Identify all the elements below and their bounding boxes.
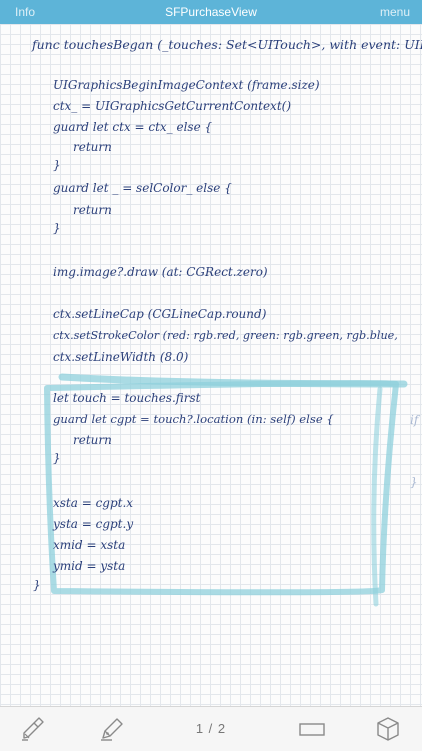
code-line: ysta = cgpt.y (53, 517, 134, 531)
code-line: img.image?.draw (at: CGRect.zero) (53, 265, 268, 279)
code-line: guard let _ = selColor_ else { (53, 181, 232, 195)
page-counter: 1 / 2 (195, 721, 227, 736)
page-title: SFPurchaseView (165, 5, 257, 19)
code-line: UIGraphicsBeginImageContext (frame.size) (53, 78, 320, 92)
code-line: return (73, 140, 112, 154)
code-line: xmid = xsta (53, 538, 126, 552)
code-line: return (73, 433, 112, 447)
code-line: ctx_ = UIGraphicsGetCurrentContext() (53, 99, 292, 113)
code-line: } (410, 475, 418, 489)
rectangle-icon[interactable] (298, 715, 326, 743)
code-line: guard let cgpt = touch?.location (in: se… (53, 412, 334, 426)
code-line: ctx.setLineCap (CGLineCap.round) (53, 307, 267, 321)
note-canvas[interactable]: func touchesBegan (_touches: Set<UITouch… (0, 24, 422, 706)
menu-button[interactable]: menu (380, 5, 410, 19)
code-line: } (53, 221, 61, 235)
code-line: ctx.setStrokeColor (red: rgb.red, green:… (53, 329, 398, 342)
cube-icon[interactable] (374, 715, 402, 743)
code-line: ymid = ysta (53, 559, 126, 573)
bottom-toolbar: 1 / 2 (0, 706, 422, 751)
code-line: return (73, 203, 112, 217)
code-line: guard let ctx = ctx_ else { (53, 120, 213, 134)
code-line: } (53, 158, 61, 172)
code-line: ctx.setLineWidth (8.0) (53, 350, 189, 364)
code-line: xsta = cgpt.x (53, 496, 134, 510)
nav-bar: Info SFPurchaseView menu (0, 0, 422, 24)
code-line: } (33, 578, 41, 592)
code-line: } (53, 451, 61, 465)
code-line: let touch = touches.first (53, 391, 201, 405)
code-line: func touchesBegan (_touches: Set<UITouch… (32, 37, 422, 52)
code-line: if (410, 413, 419, 427)
